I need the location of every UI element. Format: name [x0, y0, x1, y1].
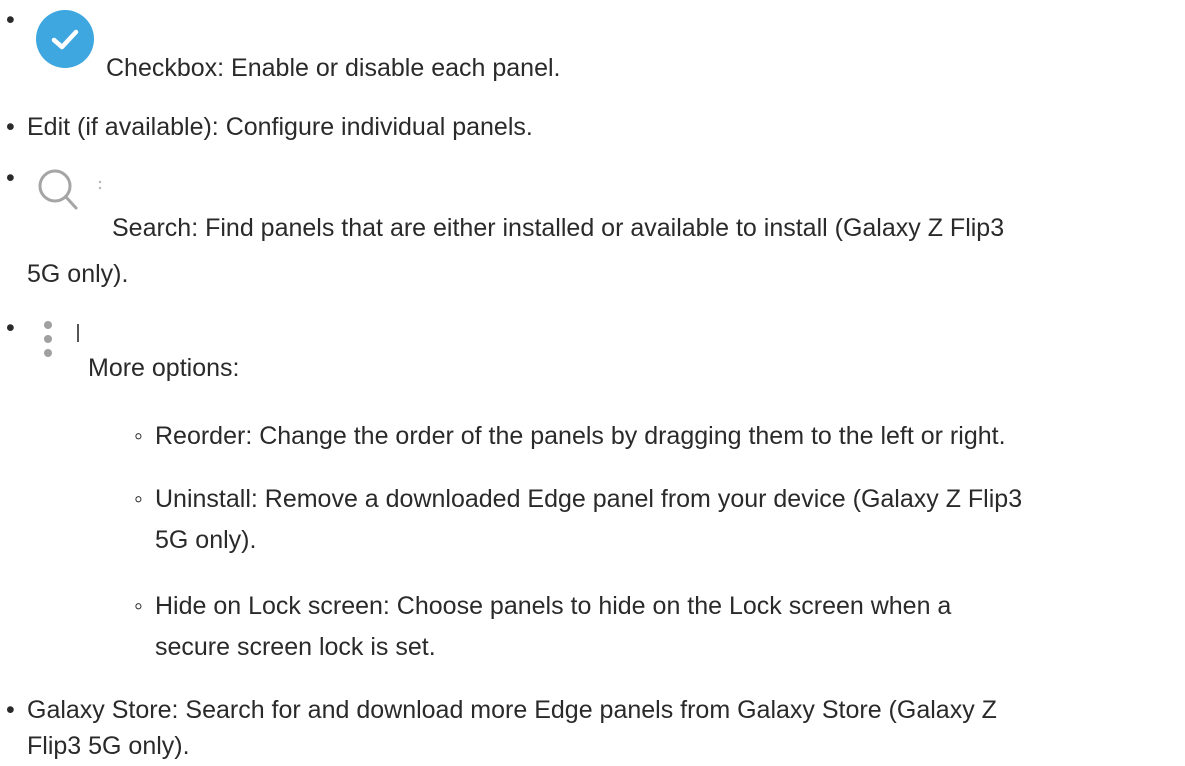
search-icon — [34, 168, 104, 214]
bullet: • — [6, 113, 15, 141]
galaxy-store-description-line1: Galaxy Store: Search for and download mo… — [27, 696, 997, 724]
document-page: • Checkbox: Enable or disable each panel… — [0, 0, 1185, 762]
uninstall-description-line1: Uninstall: Remove a downloaded Edge pane… — [155, 485, 1023, 513]
galaxy-store-description-line2: Flip3 5G only). — [27, 732, 190, 760]
checkbox-checked-icon — [36, 10, 94, 68]
bullet: • — [6, 164, 15, 192]
sub-bullet: ◦ — [134, 422, 143, 450]
uninstall-description-line2: 5G only). — [155, 526, 257, 554]
sub-bullet: ◦ — [134, 485, 143, 513]
bullet: • — [6, 696, 15, 724]
hide-on-lock-description-line1: Hide on Lock screen: Choose panels to hi… — [155, 592, 952, 620]
more-options-icon — [36, 318, 86, 368]
more-options-label: More options: — [88, 354, 240, 382]
reorder-description: Reorder: Change the order of the panels … — [155, 422, 1006, 450]
checkbox-description: Checkbox: Enable or disable each panel. — [106, 54, 561, 82]
edit-description: Edit (if available): Configure individua… — [27, 113, 533, 141]
hide-on-lock-description-line2: secure screen lock is set. — [155, 633, 436, 661]
bullet: • — [6, 314, 15, 342]
search-description-line1: Search: Find panels that are either inst… — [112, 214, 1005, 242]
search-description-line2: 5G only). — [27, 260, 129, 288]
sub-bullet: ◦ — [134, 592, 143, 620]
bullet: • — [6, 6, 15, 34]
